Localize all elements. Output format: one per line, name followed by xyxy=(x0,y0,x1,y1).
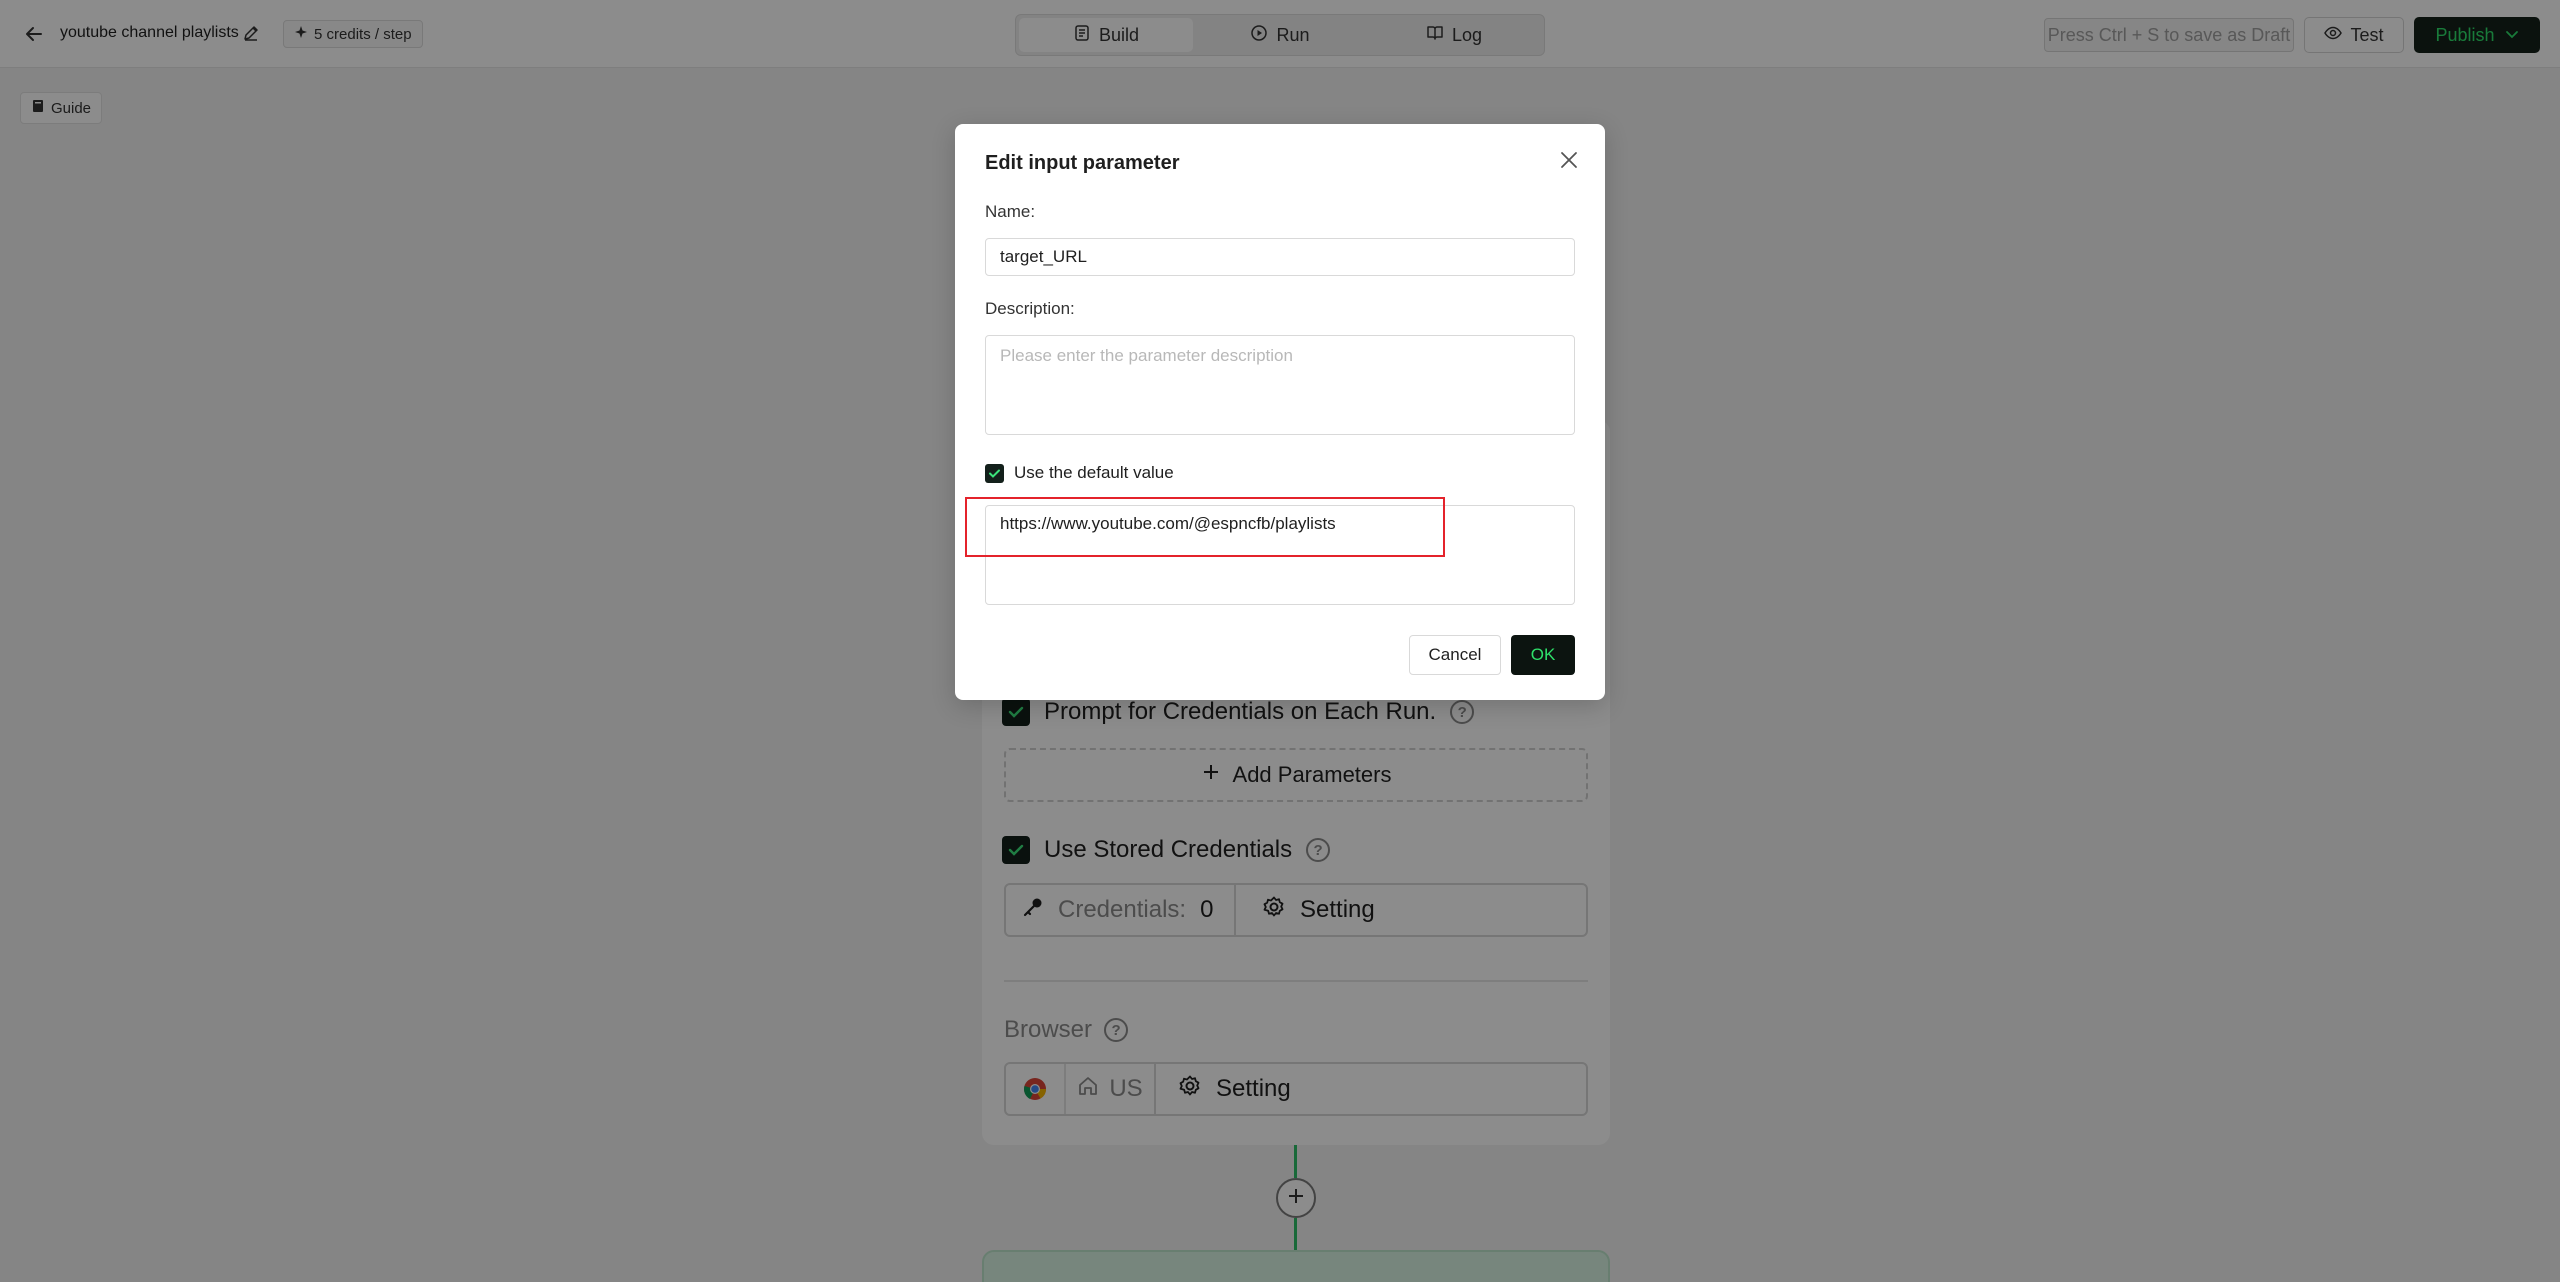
name-input[interactable] xyxy=(985,238,1575,276)
use-default-label: Use the default value xyxy=(1014,463,1174,482)
ok-button[interactable]: OK xyxy=(1511,635,1575,675)
dialog-title: Edit input parameter xyxy=(985,152,1180,174)
name-label: Name: xyxy=(985,202,1036,221)
close-icon[interactable] xyxy=(1557,148,1581,172)
edit-input-parameter-dialog: Edit input parameter Name: Description: … xyxy=(955,124,1605,700)
cancel-button[interactable]: Cancel xyxy=(1409,635,1501,675)
use-default-checkbox[interactable] xyxy=(985,463,1004,483)
default-value-input[interactable]: https://www.youtube.com/@espncfb/playlis… xyxy=(985,505,1575,605)
description-label: Description: xyxy=(985,299,1075,318)
use-default-row: Use the default value xyxy=(985,463,1174,483)
description-input[interactable] xyxy=(985,335,1575,435)
